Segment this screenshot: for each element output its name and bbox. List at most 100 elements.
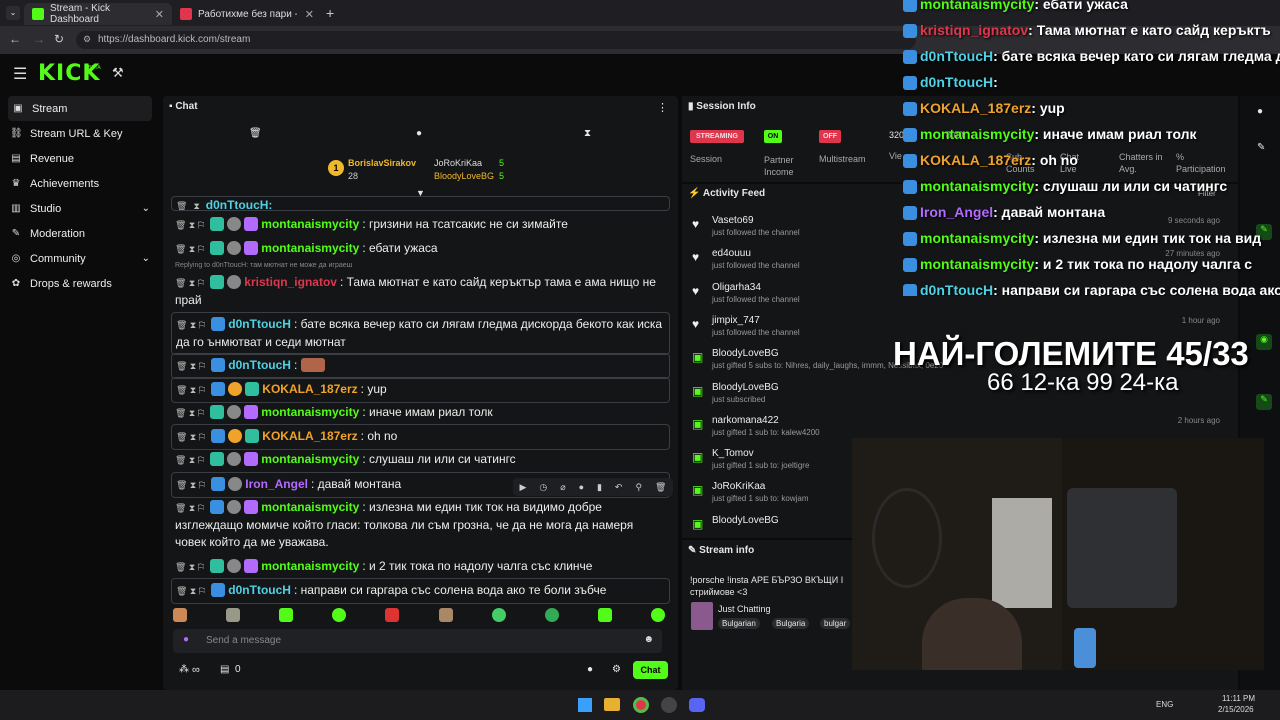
delete-icon[interactable]: 🗑	[655, 482, 666, 493]
language-indicator[interactable]: ENG	[1156, 700, 1173, 709]
chat-username[interactable]: montanaismycity	[261, 452, 359, 466]
chat-message[interactable]: 🗑 ⧗ ⚐ montanaismycity: ебати ужаса	[171, 237, 670, 261]
sidebar-item-studio[interactable]: ▥ Studio ⌄	[0, 196, 160, 221]
chat-input[interactable]: ● Send a message ☻	[173, 629, 662, 653]
clock-time[interactable]: 11:11 PM	[1222, 694, 1255, 703]
activity-username[interactable]: jimpix_747	[712, 315, 800, 326]
bubble-icon[interactable]: ●	[579, 482, 584, 492]
file-explorer-icon[interactable]	[604, 698, 620, 711]
emoji-icon[interactable]: ☻	[643, 634, 654, 645]
sidebar-item-stream[interactable]: ▣ Stream	[8, 96, 152, 121]
tab-list-icon[interactable]: ⌄	[6, 6, 20, 20]
close-tab-icon[interactable]: ✕	[297, 8, 314, 21]
chat-message[interactable]: 🗑 ⧗ d0nTtoucH:	[171, 196, 670, 211]
activity-username[interactable]: BloodyLoveBG	[712, 515, 779, 526]
mute-icon[interactable]: ⌀	[560, 482, 565, 493]
sidebar-item-achievements[interactable]: ♛ Achievements	[0, 171, 160, 196]
url-bar[interactable]: ⚙ https://dashboard.kick.com/stream	[76, 31, 916, 49]
chat-username[interactable]: d0nTtoucH	[228, 583, 291, 597]
mic-icon[interactable]: ●	[183, 634, 189, 645]
leaderboard-name[interactable]: JoRoKriKaa	[434, 158, 482, 168]
wrench-tool-icon[interactable]: ✎	[1256, 394, 1272, 410]
chat-message[interactable]: 🗑 ⧗ ⚐ d0nTtoucH: бате всяка вечер като си…	[171, 312, 670, 355]
clock-icon[interactable]: ◷	[539, 482, 547, 493]
chat-username[interactable]: d0nTtoucH	[228, 317, 291, 331]
back-icon[interactable]: ←	[9, 32, 21, 46]
chat-username[interactable]: KOKALA_187erz	[262, 429, 357, 443]
activity-username[interactable]: K_Tomov	[712, 448, 809, 459]
emote-icon[interactable]	[226, 608, 241, 622]
chat-username[interactable]: kristiqn_ignatov	[244, 275, 337, 289]
site-info-icon[interactable]: ⚙	[83, 34, 91, 45]
chat-message[interactable]: 🗑 ⧗ ⚐ montanaismycity: иначе имам риал то…	[171, 401, 670, 425]
chat-message[interactable]: 🗑 ⧗ ⚐ montanaismycity: слушаш ли или си ч…	[171, 448, 670, 472]
activity-username[interactable]: JoRoKriKaa	[712, 481, 809, 492]
pin-message-icon[interactable]: ⚲	[635, 482, 642, 493]
emote-icon[interactable]	[438, 608, 453, 622]
emote-icon[interactable]	[173, 608, 187, 622]
activity-username[interactable]: BloodyLoveBG	[712, 382, 779, 393]
more-options-icon[interactable]: ⋮	[657, 101, 668, 114]
chat-username[interactable]: montanaismycity	[261, 405, 359, 419]
activity-username[interactable]: ed4ouuu	[712, 248, 800, 259]
chat-username[interactable]: KOKALA_187erz	[262, 382, 357, 396]
chat-username[interactable]: d0nTtoucH	[228, 358, 291, 372]
chat-bubble-icon[interactable]: ●	[416, 128, 422, 139]
chat-message[interactable]: 🗑 ⧗ ⚐ d0nTtoucH: направи си гаргара със с…	[171, 578, 670, 604]
activity-username[interactable]: Oligarha34	[712, 282, 800, 293]
chat-message[interactable]: 🗑 ⧗ ⚐ KOKALA_187erz: yup	[171, 377, 670, 403]
tag[interactable]: bulgar	[820, 618, 851, 629]
chat-message[interactable]: 🗑 ⧗ ⚐ montanaismycity: и 2 тик тока по на…	[171, 555, 670, 579]
trash-icon[interactable]: 🗑	[249, 128, 262, 139]
emote-icon[interactable]	[597, 608, 612, 622]
chat-username[interactable]: montanaismycity	[261, 217, 359, 231]
leaderboard-name[interactable]: BorislavSirakov	[348, 158, 416, 168]
sidebar-item-revenue[interactable]: ▤ Revenue	[0, 146, 160, 171]
emote-icon[interactable]	[544, 608, 559, 622]
play-icon[interactable]: ▶	[519, 482, 526, 493]
close-tab-icon[interactable]: ✕	[147, 8, 164, 21]
activity-username[interactable]: Vaseto69	[712, 215, 800, 226]
hourglass-icon[interactable]: ⧗	[584, 128, 591, 139]
tab-kick-dashboard[interactable]: Stream - Kick Dashboard ✕	[24, 3, 172, 25]
emote-icon[interactable]	[332, 608, 347, 622]
emote-icon[interactable]	[491, 608, 506, 622]
chat-message[interactable]: 🗑 ⧗ ⚐ montanaismycity: излезна ми един ти…	[171, 496, 670, 554]
tab-youtube[interactable]: Работихме без пари - Жоро И ✕	[172, 3, 322, 25]
menu-icon[interactable]: ☰	[13, 64, 27, 84]
chat-send-button[interactable]: Chat	[633, 661, 668, 679]
undo-icon[interactable]: ↶	[615, 482, 623, 493]
forward-icon[interactable]: →	[33, 32, 45, 46]
points-icon[interactable]: ⁂	[179, 664, 189, 675]
emote-icon[interactable]	[279, 608, 294, 622]
chat-username[interactable]: Iron_Angel	[245, 477, 308, 491]
category-name[interactable]: Just Chatting	[718, 604, 771, 614]
chat-username[interactable]: montanaismycity	[261, 559, 359, 573]
chat-message[interactable]: 🗑 ⧗ ⚐ kristiqn_ignatov: Тама мютнат е кат…	[171, 271, 670, 312]
chat-message[interactable]: 🗑 ⧗ ⚐ d0nTtoucH:	[171, 353, 670, 379]
chrome-icon[interactable]	[633, 697, 649, 713]
copy-icon[interactable]: ▮	[597, 482, 602, 493]
emote-icon[interactable]	[385, 608, 400, 622]
tag[interactable]: Bulgaria	[772, 618, 810, 629]
chat-message[interactable]: 🗑 ⧗ ⚐ montanaismycity: гризини на тсатсак…	[171, 213, 670, 237]
gear-icon[interactable]: ⚙	[612, 664, 621, 675]
new-tab-icon[interactable]: +	[326, 5, 334, 21]
obs-icon[interactable]	[661, 697, 677, 713]
chat-username[interactable]: montanaismycity	[261, 500, 359, 514]
sidebar-item-drops[interactable]: ✿ Drops & rewards	[0, 271, 160, 296]
hammer-icon[interactable]: ⚒	[112, 65, 124, 81]
tag[interactable]: Bulgarian	[718, 618, 760, 629]
multistream-badge[interactable]: OFF	[819, 130, 841, 143]
sidebar-item-community[interactable]: ◎ Community ⌄	[0, 246, 160, 271]
leaderboard-name[interactable]: BloodyLoveBG	[434, 171, 494, 181]
chat-settings-bubble-icon[interactable]: ●	[587, 664, 593, 675]
emote-icon[interactable]	[650, 608, 665, 622]
chat-username[interactable]: d0nTtoucH:	[206, 198, 273, 210]
sidebar-item-moderation[interactable]: ✎ Moderation	[0, 221, 160, 246]
discord-icon[interactable]	[689, 698, 705, 712]
broadcast-icon[interactable]: ◉	[1256, 334, 1272, 350]
partner-income-badge[interactable]: ON	[764, 130, 782, 143]
chat-message[interactable]: 🗑 ⧗ ⚐ KOKALA_187erz: oh no	[171, 424, 670, 450]
sidebar-item-stream-url[interactable]: ⛓ Stream URL & Key	[0, 121, 160, 146]
